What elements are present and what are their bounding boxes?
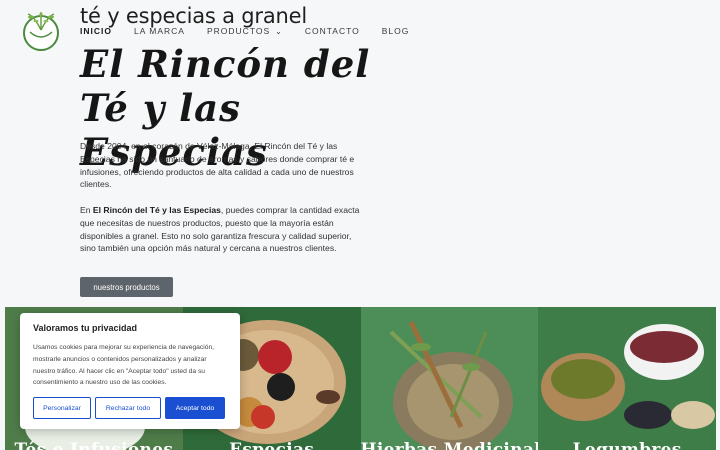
description-brand-name: El Rincón del Té y las Especias (92, 205, 221, 215)
cookie-buttons: Personalizar Rechazar todo Aceptar todo (33, 397, 225, 419)
description-paragraph: En El Rincón del Té y las Especias, pued… (80, 204, 365, 255)
tile-hierbas-medicinales[interactable]: Hierbas Medicinales (360, 307, 539, 450)
cookie-text: Usamos cookies para mejorar su experienc… (33, 344, 215, 387)
cookie-consent-dialog: Valoramos tu privacidad Usamos cookies p… (20, 313, 240, 429)
chevron-down-icon: ⌄ (275, 26, 283, 36)
nav-item-productos-label: PRODUCTOS (206, 26, 271, 36)
reject-all-button[interactable]: Rechazar todo (95, 397, 161, 419)
tile-legumbres[interactable]: Legumbres (538, 307, 716, 450)
tea-leaf-logo-icon (23, 12, 59, 51)
tile-label: Legumbres (572, 440, 682, 450)
logo[interactable] (20, 10, 62, 52)
nav-item-inicio[interactable]: INICIO (80, 26, 112, 36)
tile-label: Especias (229, 440, 315, 450)
nav-item-la-marca[interactable]: LA MARCA (134, 26, 185, 36)
tile-label: Tés e Infusiones (14, 440, 174, 450)
accept-all-button[interactable]: Aceptar todo (165, 397, 225, 419)
description-prefix: En (80, 205, 93, 215)
site-title[interactable]: té y especias a granel (80, 4, 307, 28)
hero-title-line1: El Rincón del (80, 42, 371, 86)
customize-button[interactable]: Personalizar (33, 397, 91, 419)
nav-item-productos[interactable]: PRODUCTOS ⌄ (207, 26, 283, 36)
intro-paragraph: Desde 2004, en el corazón de Vélez-Málag… (80, 141, 355, 190)
cookie-title: Valoramos tu privacidad (33, 323, 138, 333)
main-nav: INICIO LA MARCA PRODUCTOS ⌄ CONTACTO BLOG (80, 26, 431, 36)
herbs-bowl-image (389, 320, 513, 450)
tile-label: Hierbas Medicinales (360, 440, 539, 450)
nav-item-contacto[interactable]: CONTACTO (305, 26, 360, 36)
our-products-button[interactable]: nuestros productos (80, 277, 173, 297)
legumes-image (541, 324, 716, 429)
nav-item-blog[interactable]: BLOG (382, 26, 410, 36)
